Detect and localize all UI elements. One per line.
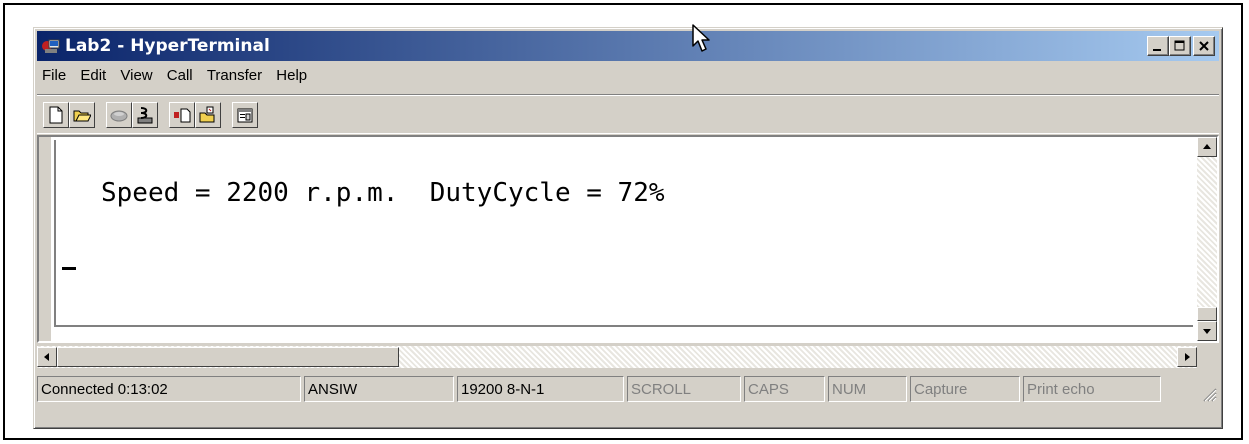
menu-help[interactable]: Help (271, 65, 312, 86)
status-caps: CAPS (744, 376, 825, 402)
arrow-left-icon (44, 353, 49, 361)
scroll-left-button[interactable] (37, 347, 57, 367)
connect-button[interactable] (106, 102, 132, 128)
close-icon (1199, 41, 1209, 51)
send-button[interactable] (169, 102, 195, 128)
menu-bar: File Edit View Call Transfer Help (37, 65, 1219, 89)
terminal-panel: Speed = 2200 r.p.m. DutyCycle = 72% (37, 135, 1219, 343)
terminal-area[interactable]: Speed = 2200 r.p.m. DutyCycle = 72% (39, 137, 1195, 341)
scroll-down-button[interactable] (1197, 321, 1217, 341)
properties-icon (237, 108, 253, 123)
menu-transfer[interactable]: Transfer (202, 65, 267, 86)
menu-call[interactable]: Call (162, 65, 198, 86)
toolbar (37, 94, 1219, 134)
status-bar: Connected 0:13:02 ANSIW 19200 8-N-1 SCRO… (37, 372, 1219, 404)
connect-icon (110, 110, 128, 122)
scroll-right-button[interactable] (1177, 347, 1197, 367)
open-button[interactable] (69, 102, 95, 128)
menu-file[interactable]: File (37, 65, 71, 86)
close-button[interactable] (1193, 36, 1215, 56)
hyperterminal-app-icon (42, 39, 60, 53)
window-title: Lab2 - HyperTerminal (65, 36, 270, 56)
new-button[interactable] (43, 102, 69, 128)
status-port-settings: 19200 8-N-1 (457, 376, 624, 402)
disconnect-button[interactable] (132, 102, 158, 128)
status-num: NUM (828, 376, 907, 402)
horizontal-scrollbar[interactable] (37, 346, 1197, 368)
menu-edit[interactable]: Edit (75, 65, 111, 86)
arrow-down-icon (1203, 329, 1211, 334)
title-bar[interactable]: Lab2 - HyperTerminal (37, 31, 1219, 61)
maximize-button[interactable] (1169, 36, 1191, 56)
arrow-right-icon (1185, 353, 1190, 361)
status-scroll: SCROLL (627, 376, 741, 402)
status-emulation: ANSIW (304, 376, 454, 402)
text-cursor (62, 267, 76, 270)
menu-view[interactable]: View (115, 65, 157, 86)
send-icon (174, 108, 191, 123)
receive-button[interactable] (195, 102, 221, 128)
vertical-scroll-thumb[interactable] (1197, 307, 1217, 321)
properties-button[interactable] (232, 102, 258, 128)
mouse-pointer-icon (692, 24, 710, 52)
resize-grip-icon[interactable] (1201, 386, 1217, 402)
maximize-icon (1174, 40, 1185, 51)
terminal-output-line: Speed = 2200 r.p.m. DutyCycle = 72% (101, 178, 665, 208)
receive-icon (199, 106, 215, 123)
minimize-icon (1153, 49, 1161, 51)
hyperterminal-window: Lab2 - HyperTerminal File Edit View Call… (33, 27, 1223, 429)
disconnect-icon (137, 107, 153, 124)
terminal-screen[interactable]: Speed = 2200 r.p.m. DutyCycle = 72% (54, 140, 1193, 327)
status-print-echo: Print echo (1023, 376, 1161, 402)
minimize-button[interactable] (1147, 36, 1169, 56)
vertical-scrollbar[interactable] (1197, 137, 1217, 341)
open-icon (73, 110, 91, 122)
arrow-up-icon (1203, 144, 1211, 149)
scroll-up-button[interactable] (1197, 137, 1217, 157)
status-connected: Connected 0:13:02 (37, 376, 301, 402)
status-capture: Capture (910, 376, 1020, 402)
new-icon (49, 106, 63, 124)
horizontal-scroll-thumb[interactable] (57, 347, 399, 367)
